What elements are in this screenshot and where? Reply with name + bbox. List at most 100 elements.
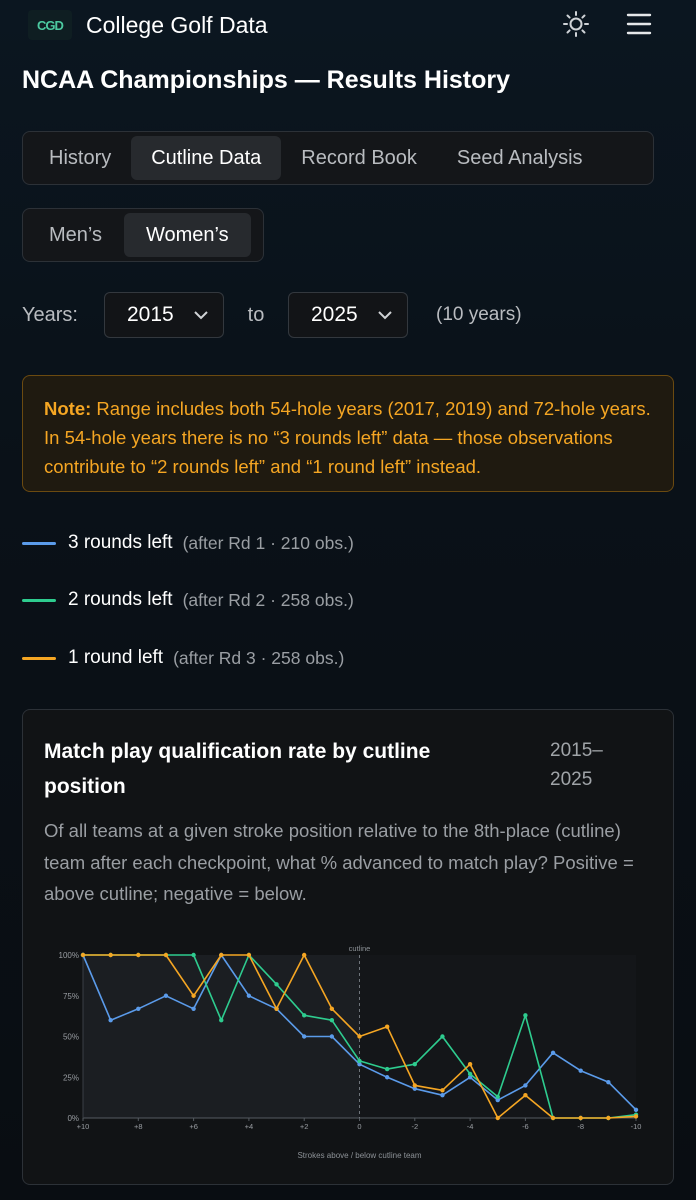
data-point [440,1092,445,1098]
year-count: (10 years) [436,304,522,325]
top-bar: CGD College Golf Data [0,0,696,50]
chevron-down-icon [378,311,392,320]
legend-swatch [22,656,56,660]
note-label: Note: [44,398,92,419]
y-tick-label: 100% [59,951,79,960]
x-tick-label: -4 [467,1122,474,1131]
y-tick-label: 25% [63,1073,79,1082]
x-tick-label: +10 [77,1122,90,1131]
data-point [163,952,169,958]
hamburger-menu-icon[interactable] [624,10,654,38]
data-point [440,1088,445,1093]
legend-sub: (after Rd 2 · 258 obs.) [182,589,354,610]
x-tick-label: +2 [300,1122,309,1131]
chart-card: Match play qualification rate by cutline… [22,709,674,1185]
data-point [274,982,279,987]
to-label: to [247,303,265,326]
chart-years: 2015–2025 [550,740,603,790]
y-tick-label: 50% [63,1033,79,1042]
data-point [633,1107,639,1113]
legend-item-3-rounds: 3 rounds left (after Rd 1 · 210 obs.) [22,528,672,558]
toggle-womens[interactable]: Women’s [124,213,251,257]
toggle-mens[interactable]: Men’s [27,213,124,257]
data-point [440,1034,445,1039]
x-tick-label: -2 [411,1122,418,1131]
data-point [274,1006,279,1011]
data-point [412,1062,417,1067]
years-label: Years: [22,303,78,326]
x-tick-label: -6 [522,1122,529,1131]
x-axis-label: Strokes above / below cutline team [297,1151,421,1160]
legend-swatch [22,541,56,545]
tab-cutline-data[interactable]: Cutline Data [131,136,282,180]
data-point [80,952,86,958]
data-point [606,1115,611,1121]
data-point [302,1013,307,1018]
data-point [412,1083,417,1088]
section-tabs: History Cutline Data Record Book Seed An… [22,131,654,185]
data-point [108,952,113,958]
data-point [136,1006,141,1011]
data-point [329,1018,335,1023]
data-point [523,1013,528,1018]
legend-sub: (after Rd 1 · 210 obs.) [182,532,354,553]
data-point [329,1034,335,1039]
data-point [357,1058,362,1064]
range-note: Note: Range includes both 54-hole years … [22,375,674,492]
x-tick-label: +8 [134,1122,143,1131]
data-point [246,952,252,958]
data-point [578,1068,583,1073]
year-from-value: 2015 [127,303,174,326]
data-point [467,1071,473,1077]
app-title[interactable]: College Golf Data [86,12,268,39]
chevron-down-icon [194,311,208,320]
year-from-select[interactable]: 2015 [104,292,224,338]
data-point [523,1083,528,1088]
data-point [191,952,196,958]
x-tick-label: 0 [357,1122,361,1131]
note-text: Range includes both 54-hole years (2017,… [44,398,651,477]
data-point [219,952,224,958]
tab-record-book[interactable]: Record Book [281,136,437,180]
tab-history[interactable]: History [29,136,131,180]
data-point [467,1062,473,1067]
data-point [550,1115,556,1121]
year-to-select[interactable]: 2025 [288,292,408,338]
data-point [108,1018,113,1023]
data-point [357,1034,362,1039]
data-point [384,1024,390,1029]
data-point [495,1115,500,1121]
sun-icon[interactable] [562,10,590,38]
data-point [633,1114,639,1119]
legend-item-1-round: 1 round left (after Rd 3 · 258 obs.) [22,643,672,673]
data-point [302,952,307,958]
data-point [495,1094,500,1100]
data-point [191,1006,196,1011]
tab-seed-analysis[interactable]: Seed Analysis [437,136,603,180]
data-point [329,1006,335,1011]
x-tick-label: -10 [631,1122,642,1131]
data-point [302,1034,307,1039]
data-point [550,1050,556,1055]
x-tick-label: +6 [189,1122,198,1131]
legend-label: 3 rounds left [68,532,173,553]
year-to-value: 2025 [311,303,358,326]
cutline-label: cutline [349,944,371,953]
data-point [578,1115,583,1121]
data-point [163,993,169,998]
app-logo[interactable]: CGD [28,10,72,40]
year-range: Years: 2015 to 2025 (10 years) [22,292,672,338]
page-title: NCAA Championships — Results History [22,66,511,94]
data-point [136,952,141,958]
legend-label: 1 round left [68,647,164,668]
legend-sub: (after Rd 3 · 258 obs.) [173,647,345,668]
data-point [219,1018,224,1023]
y-tick-label: 75% [63,992,79,1001]
data-point [523,1092,528,1098]
data-point [191,993,196,998]
chart-title: Match play qualification rate by cutline… [44,740,431,798]
x-tick-label: +4 [245,1122,254,1131]
data-point [384,1066,390,1072]
data-point [606,1079,611,1085]
data-point [246,993,252,998]
